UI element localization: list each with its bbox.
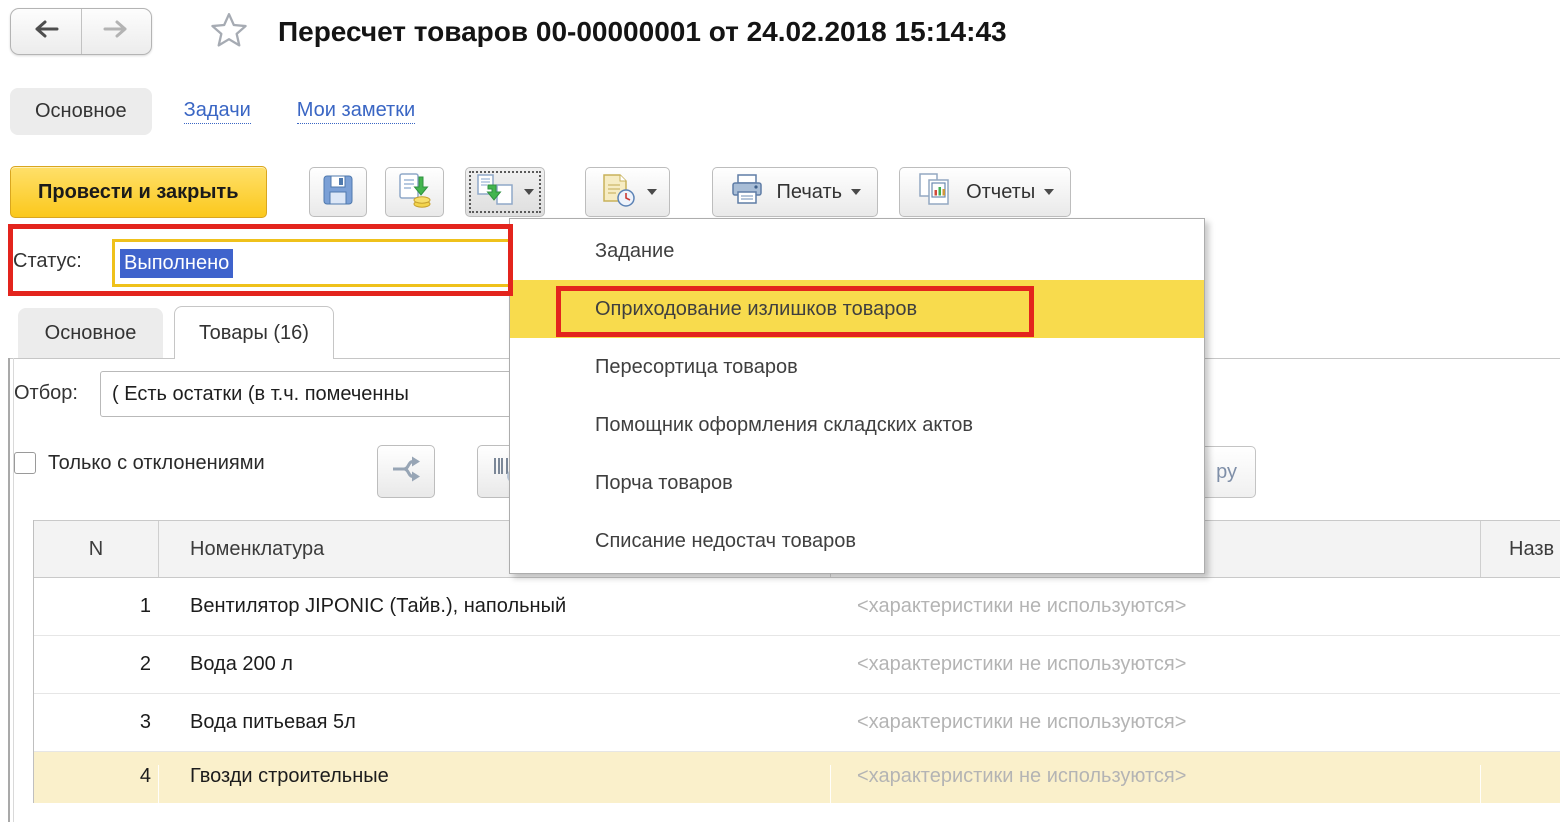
status-label: Статус: [13, 250, 82, 273]
chevron-down-icon [851, 189, 861, 195]
toolbar: Провести и закрыть [10, 166, 1071, 218]
panel-border [8, 358, 10, 822]
row-number: 3 [34, 711, 159, 734]
save-icon [320, 172, 356, 213]
menu-item-task[interactable]: Задание [510, 222, 1204, 280]
page-title: Пересчет товаров 00-00000001 от 24.02.20… [278, 16, 1007, 48]
post-document-button[interactable] [385, 167, 444, 217]
chevron-down-icon [1044, 189, 1054, 195]
post-and-close-button[interactable]: Провести и закрыть [10, 166, 267, 218]
create-based-on-button[interactable] [465, 167, 545, 217]
row-nomenclature: Гвозди строительные [159, 765, 831, 816]
history-nav-group [10, 8, 152, 55]
create-based-on-icon [475, 173, 515, 212]
row-number: 4 [34, 765, 159, 816]
status-selected-text: Выполнено [120, 249, 233, 278]
menu-item-surplus-posting[interactable]: Оприходование излишков товаров [510, 280, 1204, 338]
change-selected-button[interactable] [377, 445, 435, 498]
table-row[interactable]: 3 Вода питьевая 5л <характеристики не ис… [34, 694, 1560, 752]
tab-main[interactable]: Основное [18, 308, 163, 358]
print-button[interactable]: Печать [712, 167, 879, 217]
row-characteristic: <характеристики не используются> [831, 711, 1481, 734]
post-document-icon [395, 171, 433, 214]
back-button[interactable] [11, 9, 82, 54]
panel-border [13, 358, 14, 822]
document-clock-icon [598, 172, 638, 213]
document-window: Пересчет товаров 00-00000001 от 24.02.20… [0, 0, 1560, 822]
menu-item-regrading[interactable]: Пересортица товаров [510, 338, 1204, 396]
filter-label: Отбор: [14, 382, 78, 405]
forward-button[interactable] [82, 9, 152, 54]
reports-button[interactable]: Отчеты [899, 167, 1071, 217]
row-number: 2 [34, 653, 159, 676]
table-row[interactable]: 2 Вода 200 л <характеристики не использу… [34, 636, 1560, 694]
row-characteristic: <характеристики не используются> [831, 765, 1481, 816]
deviations-checkbox-label: Только с отклонениями [48, 452, 265, 475]
tab-goods[interactable]: Товары (16) [174, 306, 334, 359]
arrow-left-icon [31, 18, 61, 45]
menu-item-warehouse-acts-assistant[interactable]: Помощник оформления складских актов [510, 396, 1204, 454]
nav-tab-main[interactable]: Основное [10, 88, 152, 135]
column-header-n[interactable]: N [34, 521, 159, 577]
reports-button-label: Отчеты [966, 181, 1035, 204]
row-nomenclature: Вода 200 л [159, 653, 831, 676]
deviations-checkbox[interactable] [14, 452, 36, 474]
favorite-star-icon[interactable] [208, 10, 250, 57]
menu-item-shortage-writeoff[interactable]: Списание недостач товаров [510, 512, 1204, 570]
save-button[interactable] [309, 167, 367, 217]
nav-tab-tasks[interactable]: Задачи [184, 88, 251, 135]
print-button-label: Печать [777, 181, 843, 204]
create-based-on-menu: Задание Оприходование излишков товаров П… [509, 218, 1205, 574]
chevron-down-icon [524, 189, 534, 195]
schedule-document-button[interactable] [585, 167, 670, 217]
table-row[interactable]: 1 Вентилятор JIPONIC (Тайв.), напольный … [34, 578, 1560, 636]
branch-arrows-icon [389, 452, 423, 491]
table-row-selected[interactable]: 4 Гвозди строительные <характеристики не… [34, 752, 1560, 803]
row-nomenclature: Вода питьевая 5л [159, 711, 831, 734]
partial-button-label: ру [1216, 461, 1237, 484]
row-characteristic: <характеристики не используются> [831, 653, 1481, 676]
printer-icon [729, 172, 765, 212]
menu-item-goods-damage[interactable]: Порча товаров [510, 454, 1204, 512]
report-chart-icon [916, 171, 954, 213]
row-number: 1 [34, 595, 159, 618]
chevron-down-icon [647, 189, 657, 195]
column-header-name[interactable]: Назв [1481, 521, 1560, 577]
row-characteristic: <характеристики не используются> [831, 595, 1481, 618]
row-nomenclature: Вентилятор JIPONIC (Тайв.), напольный [159, 595, 831, 618]
arrow-right-icon [101, 18, 131, 45]
form-nav-tabs: Основное Задачи Мои заметки [10, 88, 415, 135]
nav-tab-notes[interactable]: Мои заметки [297, 88, 415, 135]
